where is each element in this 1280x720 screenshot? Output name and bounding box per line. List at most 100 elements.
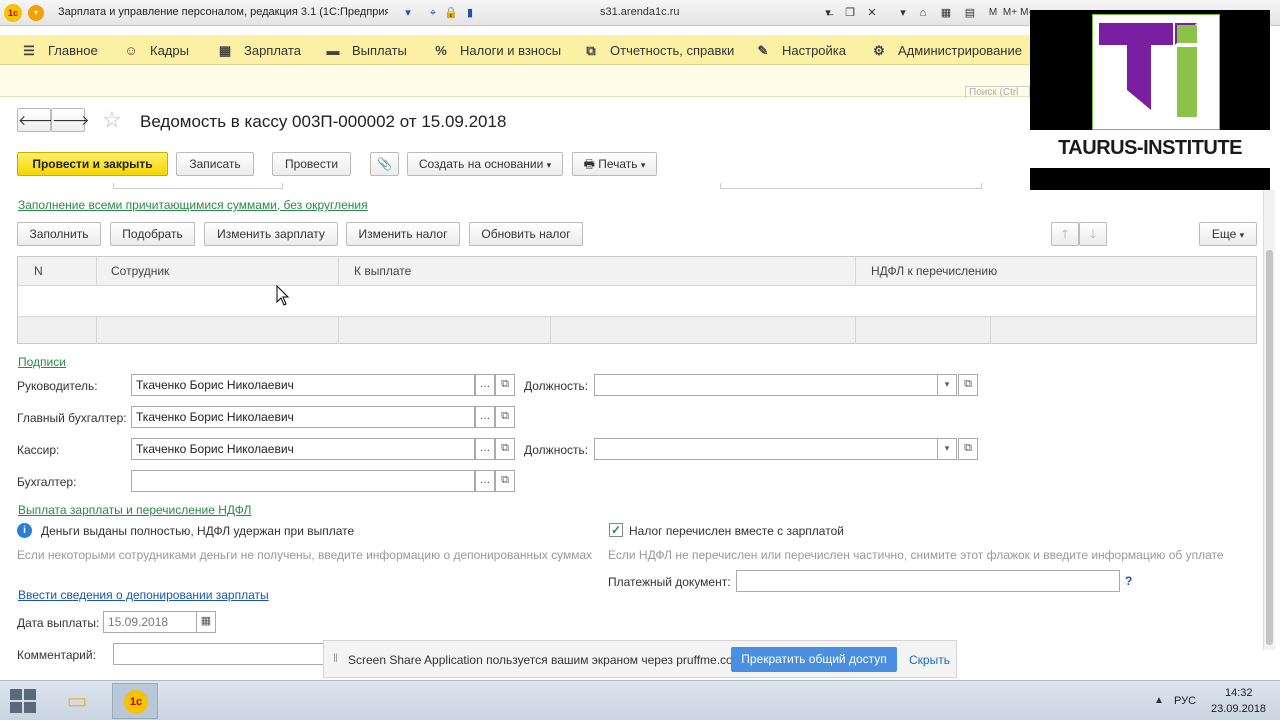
dropdown-icon[interactable]: ▾ bbox=[400, 5, 416, 21]
memory-m-icon[interactable]: M bbox=[985, 5, 1001, 21]
cashier-position-open-icon[interactable]: ⧉ bbox=[958, 438, 978, 460]
minimize-button-icon[interactable]: _ bbox=[822, 2, 838, 18]
favorite-star-icon[interactable]: ☆ bbox=[102, 109, 122, 131]
payment-date-field[interactable]: 15.09.2018 bbox=[103, 611, 197, 633]
menu-item-taxes[interactable]: % Налоги и взносы bbox=[432, 43, 561, 58]
fill-button[interactable]: Заполнить bbox=[17, 222, 101, 246]
change-salary-button[interactable]: Изменить зарплату bbox=[204, 222, 338, 246]
stop-sharing-button[interactable]: Прекратить общий доступ bbox=[731, 647, 897, 672]
cashier-position-dropdown-icon[interactable]: ▾ bbox=[937, 438, 957, 460]
head-field[interactable]: Ткаченко Борис Николаевич bbox=[131, 374, 475, 396]
hide-notification-link[interactable]: Скрыть bbox=[909, 653, 950, 667]
save-button[interactable]: Записать bbox=[176, 152, 254, 176]
lock-icon[interactable]: 🔒 bbox=[443, 5, 459, 21]
1c-taskbar-icon[interactable]: 1с bbox=[112, 683, 158, 719]
move-up-button[interactable]: 🡑 bbox=[1051, 222, 1079, 246]
drag-handle-icon[interactable]: ‖ bbox=[333, 651, 338, 665]
menu-item-hr[interactable]: ☺ Кадры bbox=[122, 43, 189, 58]
function-panel bbox=[0, 65, 1030, 97]
update-tax-button[interactable]: Обновить налог bbox=[469, 222, 583, 246]
create-based-on-button[interactable]: Создать на основании ▾ bbox=[407, 152, 563, 176]
change-tax-button[interactable]: Изменить налог bbox=[346, 222, 460, 246]
post-button[interactable]: Провести bbox=[272, 152, 351, 176]
menu-item-settings[interactable]: ✎ Настройка bbox=[754, 43, 846, 59]
home-icon[interactable]: ⌂ bbox=[915, 5, 931, 21]
document-title: Ведомость в кассу 003П-000002 от 15.09.2… bbox=[140, 112, 507, 131]
app-menu-icon[interactable]: ▾ bbox=[28, 5, 44, 21]
column-header-ndfl[interactable]: НДФЛ к перечислению bbox=[871, 264, 997, 278]
payment-hint: Если некоторыми сотрудниками деньги не п… bbox=[17, 548, 593, 562]
file-explorer-icon[interactable]: ▭ bbox=[58, 685, 96, 717]
hidden-field-edge-2 bbox=[720, 183, 982, 189]
calendar-icon[interactable]: ▦ bbox=[938, 5, 954, 21]
restore-icon[interactable]: ❐ bbox=[842, 5, 858, 21]
cashier-field[interactable]: Ткаченко Борис Николаевич bbox=[131, 438, 475, 460]
language-indicator[interactable]: РУС bbox=[1174, 695, 1196, 707]
payment-document-field[interactable] bbox=[736, 570, 1120, 592]
menu-item-reports[interactable]: ⧉ Отчетность, справки bbox=[582, 43, 734, 59]
menu-item-main[interactable]: ☰ Главное bbox=[20, 43, 98, 59]
accountant-select-button[interactable]: … bbox=[475, 470, 495, 492]
head-open-icon[interactable]: ⧉ bbox=[495, 374, 515, 396]
menu-item-payments[interactable]: ▬ Выплаты bbox=[324, 43, 407, 58]
logo-text: TAURUS-INSTITUTE bbox=[1030, 130, 1270, 168]
position-dropdown-icon[interactable]: ▾ bbox=[937, 374, 957, 396]
people-icon: ☺ bbox=[124, 43, 138, 58]
app-logo-icon[interactable]: 1c bbox=[4, 4, 22, 22]
info-icon: i bbox=[17, 523, 32, 538]
calendar-picker-icon[interactable]: ▦ bbox=[196, 611, 216, 633]
memory-mplus-icon[interactable]: M+ bbox=[1002, 5, 1018, 21]
column-header-n[interactable]: N bbox=[34, 264, 43, 278]
column-header-to-pay[interactable]: К выплате bbox=[354, 264, 411, 278]
cashier-select-button[interactable]: … bbox=[475, 438, 495, 460]
move-down-button[interactable]: 🡓 bbox=[1079, 222, 1107, 246]
head-select-button[interactable]: … bbox=[475, 374, 495, 396]
attach-button[interactable]: 📎 bbox=[370, 152, 399, 176]
payment-section-link[interactable]: Выплата зарплаты и перечисление НДФЛ bbox=[18, 503, 251, 517]
close-icon[interactable]: ✕ bbox=[864, 5, 880, 21]
column-header-employee[interactable]: Сотрудник bbox=[111, 264, 169, 278]
calculator-small-icon[interactable]: ▤ bbox=[962, 5, 978, 21]
chief-accountant-select-button[interactable]: … bbox=[475, 406, 495, 428]
vertical-scrollbar[interactable] bbox=[1263, 190, 1275, 650]
scrollbar-thumb[interactable] bbox=[1266, 250, 1273, 645]
accountant-field[interactable] bbox=[131, 470, 475, 492]
forward-button[interactable]: 🡒 bbox=[51, 108, 90, 132]
select-button[interactable]: Подобрать bbox=[110, 222, 195, 246]
signatures-section-link[interactable]: Подписи bbox=[18, 355, 66, 369]
menu-icon: ☰ bbox=[23, 43, 35, 58]
accountant-open-icon[interactable]: ⧉ bbox=[495, 470, 515, 492]
pin-icon[interactable]: ⌖ bbox=[425, 5, 441, 21]
deposit-link[interactable]: Ввести сведения о депонировании зарплаты bbox=[18, 588, 269, 602]
menu-item-salary[interactable]: ▦ Зарплата bbox=[216, 43, 301, 59]
cashier-position-field[interactable] bbox=[594, 438, 938, 460]
position-open-icon[interactable]: ⧉ bbox=[958, 374, 978, 396]
clock-time[interactable]: 14:32 bbox=[1225, 687, 1253, 699]
tray-expand-icon[interactable]: ▲ bbox=[1154, 695, 1164, 706]
tax-checkbox[interactable]: ✓ bbox=[609, 523, 623, 537]
chief-accountant-field[interactable]: Ткаченко Борис Николаевич bbox=[131, 406, 475, 428]
tax-checkbox-label[interactable]: Налог перечислен вместе с зарплатой bbox=[629, 524, 844, 538]
comment-field[interactable] bbox=[113, 643, 333, 665]
menu-item-admin[interactable]: ⚙ Администрирование bbox=[870, 43, 1022, 59]
cashier-label: Кассир: bbox=[17, 443, 60, 457]
position-field[interactable] bbox=[594, 374, 938, 396]
fill-mode-link[interactable]: Заполнение всеми причитающимися суммами,… bbox=[18, 198, 368, 212]
chief-accountant-open-icon[interactable]: ⧉ bbox=[495, 406, 515, 428]
windows-start-icon[interactable] bbox=[10, 689, 36, 713]
wrench-icon: ✎ bbox=[757, 43, 769, 58]
mouse-cursor-icon bbox=[276, 285, 290, 306]
search-input[interactable]: Поиск (Ctrl bbox=[965, 86, 1030, 98]
print-button[interactable]: 🖶 Печать ▾ bbox=[572, 152, 657, 176]
paperclip-icon: 📎 bbox=[377, 157, 392, 171]
more-button[interactable]: Еще ▾ bbox=[1199, 222, 1257, 246]
post-and-close-button[interactable]: Провести и закрыть bbox=[17, 152, 168, 176]
taurus-institute-logo: TAURUS-INSTITUTE bbox=[1030, 10, 1270, 190]
cashier-open-icon[interactable]: ⧉ bbox=[495, 438, 515, 460]
head-label: Руководитель: bbox=[17, 379, 98, 393]
payroll-table[interactable]: N Сотрудник К выплате НДФЛ к перечислени… bbox=[17, 256, 1257, 344]
clock-date[interactable]: 23.09.2018 bbox=[1211, 703, 1266, 715]
dropdown-small-icon[interactable]: ▾ bbox=[895, 5, 911, 21]
help-icon[interactable]: ? bbox=[1125, 574, 1132, 588]
back-button[interactable]: 🡐 bbox=[17, 108, 56, 132]
